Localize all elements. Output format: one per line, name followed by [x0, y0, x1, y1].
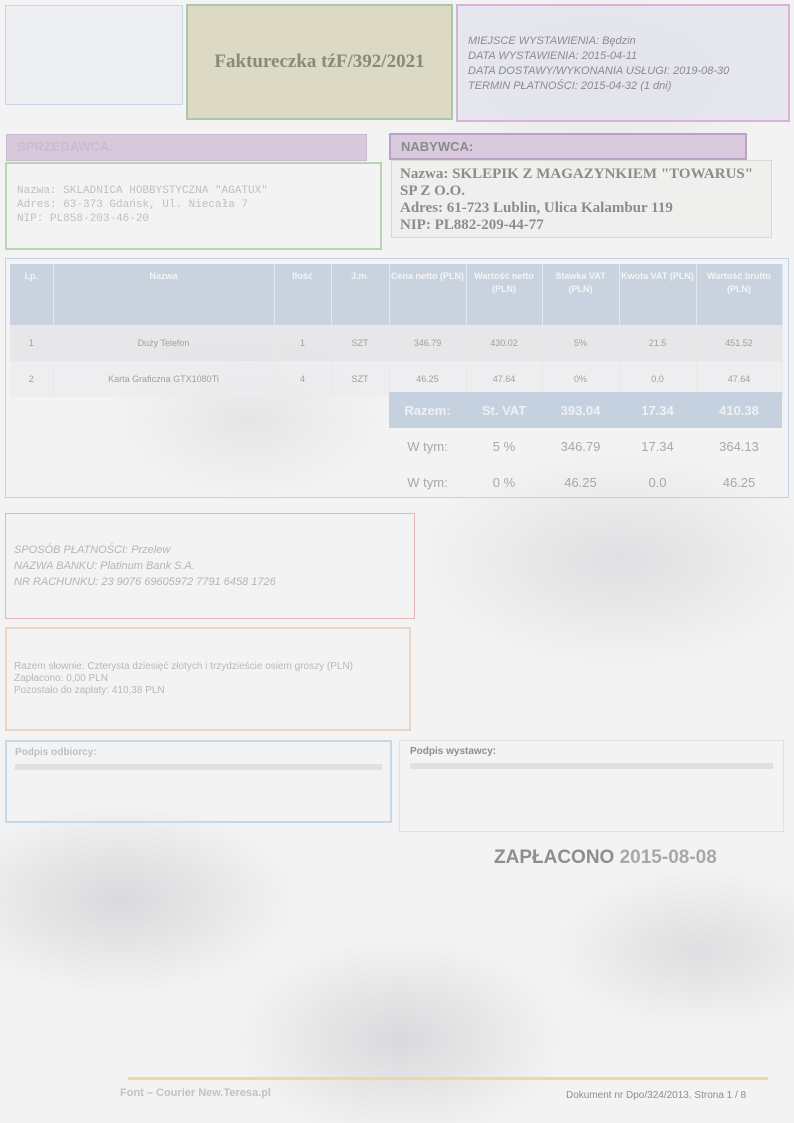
- col-qty: Ilość: [274, 264, 332, 325]
- footer-divider: [128, 1077, 768, 1080]
- payment-method: SPOSÓB PŁATNOŚCI: Przelew: [14, 544, 171, 556]
- issuer-signature-box: Podpis wystawcy:: [399, 740, 784, 832]
- totals-box: Razem słownie: Czterysta dziesięć złotyc…: [5, 627, 411, 731]
- table-row: 1 Duży Telefon 1 SZT 346.79 430.02 5% 21…: [10, 325, 783, 361]
- seller-nip: NIP: PL858-203-46-20: [17, 213, 150, 225]
- signature-line: [410, 763, 773, 769]
- amount-paid: Zapłacono: 0,00 PLN: [14, 673, 108, 684]
- col-vat-amount: Kwota VAT (PLN): [619, 264, 697, 325]
- buyer-nip: NIP: PL882-209-44-77: [400, 217, 544, 233]
- col-net-value: Wartość netto (PLN): [466, 264, 543, 325]
- amount-remaining: Pozostało do zapłaty: 410,38 PLN: [14, 685, 165, 696]
- items-table: Lp. Nazwa Ilość J.m. Cena netto (PLN) Wa…: [10, 264, 783, 397]
- table-header-row: Lp. Nazwa Ilość J.m. Cena netto (PLN) Wa…: [10, 264, 783, 325]
- place-row: MIEJSCE WYSTAWIENIA: Będzin: [468, 35, 636, 47]
- receiver-signature-label: Podpis odbiorcy:: [15, 747, 97, 758]
- summary-row: W tym: 0 % 46.25 0.0 46.25: [407, 474, 756, 490]
- col-gross-value: Wartość brutto (PLN): [696, 264, 783, 325]
- col-net-price: Cena netto (PLN): [389, 264, 467, 325]
- bank-name: NAZWA BANKU: Platinum Bank S.A.: [14, 560, 195, 572]
- seller-address: Adres: 63-373 Gdańsk, Ul. Niecała 7: [17, 199, 249, 211]
- invoice-meta: MIEJSCE WYSTAWIENIA: Będzin DATA WYSTAWI…: [456, 4, 790, 122]
- delivery-date-row: DATA DOSTAWY/WYKONANIA USŁUGI: 2019-08-3…: [468, 65, 730, 77]
- paid-date: 2015-08-08: [619, 847, 717, 868]
- paid-stamp: ZAPŁACONO 2015-08-08: [494, 847, 717, 869]
- buyer-header: NABYWCA:: [389, 133, 747, 160]
- invoice-title: Fakture​czka tźF/392/2021: [186, 4, 453, 120]
- seller-details: Nazwa: SKLADNICA HOBBYSTYCZNA "AGATUX" A…: [5, 162, 382, 250]
- summary-row: W tym: 5 % 346.79 17.34 364.13: [407, 438, 759, 454]
- buyer-name: Nazwa: SKLEPIK Z MAGAZYNKIEM "TOWARUS" S…: [400, 166, 754, 199]
- issuer-signature-label: Podpis wystawcy:: [410, 746, 497, 757]
- col-name: Nazwa: [53, 264, 275, 325]
- summary-total-row: Razem: St. VAT 393.04 17.34 410.38: [389, 392, 782, 428]
- summary-table: Razem: St. VAT 393.04 17.34 410.38 W tym…: [389, 392, 782, 500]
- seller-name: Nazwa: SKLADNICA HOBBYSTYCZNA "AGATUX": [17, 185, 268, 197]
- buyer-address: Adres: 61-723 Lublin, Ulica Kalambur 119: [400, 200, 673, 216]
- issue-date-row: DATA WYSTAWIENIA: 2015-04-11: [468, 50, 638, 62]
- paid-label: ZAPŁACONO: [494, 847, 615, 868]
- receiver-signature-box: Podpis odbiorcy:: [5, 740, 392, 823]
- payment-details: SPOSÓB PŁATNOŚCI: Przelew NAZWA BANKU: P…: [5, 513, 415, 619]
- due-date-row: TERMIN PŁATNOŚCI: 2015-04-32 (1 dni): [468, 80, 672, 92]
- buyer-details: Nazwa: SKLEPIK Z MAGAZYNKIEM "TOWARUS" S…: [391, 160, 772, 238]
- logo-placeholder: [5, 5, 183, 105]
- footer-left-text: Font – Courier New.Teresa.pl: [120, 1087, 271, 1099]
- col-vat-rate: Stawka VAT (PLN): [542, 264, 620, 325]
- signature-line: [15, 764, 382, 770]
- col-lp: Lp.: [10, 264, 54, 325]
- total-in-words: Razem słownie: Czterysta dziesięć złotyc…: [14, 661, 353, 672]
- seller-header: SPRZEDAWCA:: [6, 134, 367, 161]
- col-unit: J.m.: [331, 264, 390, 325]
- account-number: NR RACHUNKU: 23 9076 69605972 7791 6458 …: [14, 576, 276, 588]
- footer-page-info: Dokument nr Dpo/324/2013. Strona 1 / 8: [566, 1090, 747, 1101]
